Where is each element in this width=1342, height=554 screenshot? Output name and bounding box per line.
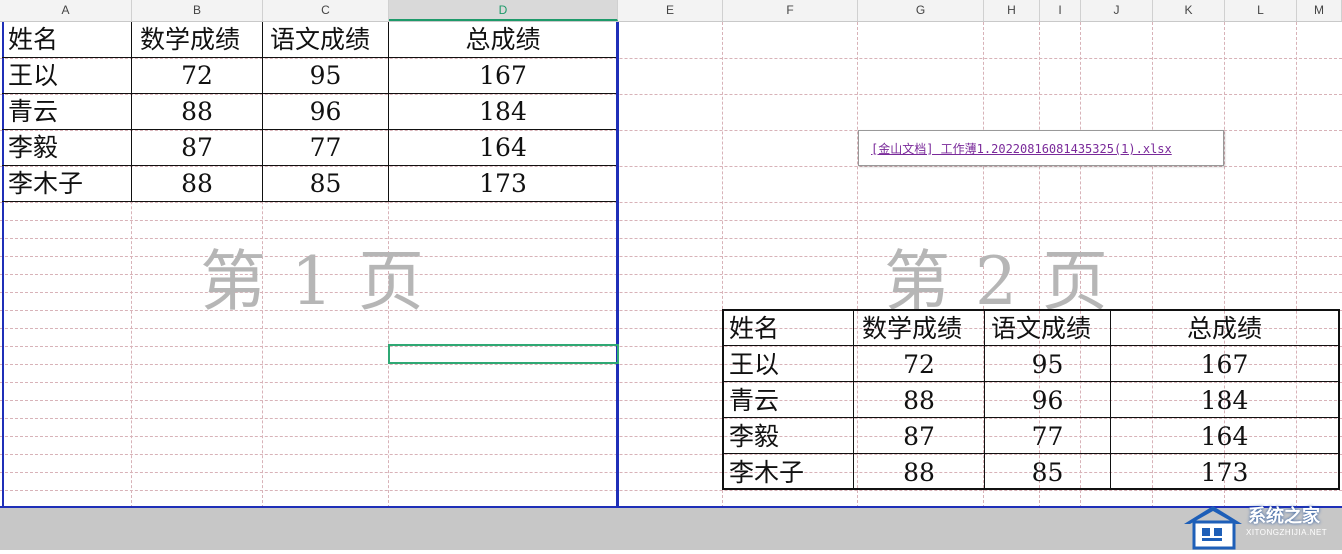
hyperlink-text[interactable]: [金山文档] 工作薄1.20220816081435325(1).xlsx [871,140,1172,157]
table2-cell[interactable]: 167 [1111,347,1338,383]
table2-cell[interactable]: 王以 [729,347,779,383]
table2-cell[interactable]: 96 [985,383,1110,419]
table1-cell[interactable]: 77 [263,130,388,166]
table2-cell[interactable]: 青云 [729,383,779,419]
column-header-j[interactable]: J [1081,0,1153,21]
logo-text: 系统之家 [1248,506,1320,527]
column-header-a[interactable]: A [0,0,132,21]
table2-cell[interactable]: 88 [854,383,984,419]
table2-header-chinese[interactable]: 语文成绩 [991,311,1091,347]
table2-cell[interactable]: 88 [854,455,984,491]
site-logo: 系统之家 XITONGZHIJIA.NET [1180,500,1340,550]
table1-cell[interactable]: 96 [263,94,388,130]
column-header-l[interactable]: L [1225,0,1297,21]
table2-cell[interactable]: 85 [985,455,1110,491]
table1-cell[interactable]: 88 [132,94,262,130]
column-header-c[interactable]: C [263,0,389,21]
table2-cell[interactable]: 77 [985,419,1110,455]
gridline [0,202,1342,203]
column-header-d[interactable]: D [389,0,618,21]
table1-cell[interactable]: 184 [389,94,617,130]
table2-cell[interactable]: 95 [985,347,1110,383]
table1-cell[interactable]: 青云 [8,94,58,130]
column-header-i[interactable]: I [1040,0,1081,21]
page-1-watermark: 第 1 页 [200,243,426,320]
table1-cell[interactable]: 88 [132,166,262,202]
table1-cell[interactable]: 87 [132,130,262,166]
column-header-g[interactable]: G [858,0,984,21]
column-header-f[interactable]: F [723,0,858,21]
table2-cell[interactable]: 164 [1111,419,1338,455]
table1-header-chinese[interactable]: 语文成绩 [270,22,370,58]
table2-cell[interactable]: 184 [1111,383,1338,419]
table1-header-name[interactable]: 姓名 [8,22,58,58]
page-break-left [2,22,4,508]
table2-border [1338,309,1340,490]
column-header-b[interactable]: B [132,0,263,21]
table1-cell[interactable]: 72 [132,58,262,94]
table1-cell[interactable]: 王以 [8,58,58,94]
column-header-e[interactable]: E [618,0,723,21]
table1-cell[interactable]: 85 [263,166,388,202]
table2-header-name[interactable]: 姓名 [729,311,779,347]
table2-border [722,309,724,490]
table1-cell[interactable]: 164 [389,130,617,166]
table1-cell[interactable]: 167 [389,58,617,94]
column-header-row: A B C D E F G H I J K L M [0,0,1342,22]
table1-cell[interactable]: 李木子 [8,166,83,202]
table2-header-math[interactable]: 数学成绩 [862,311,962,347]
table1-cell[interactable]: 李毅 [8,130,58,166]
table2-cell[interactable]: 李毅 [729,419,779,455]
gridline [0,220,1342,221]
table2-cell[interactable]: 173 [1111,455,1338,491]
column-header-m[interactable]: M [1297,0,1342,21]
table2-cell[interactable]: 87 [854,419,984,455]
table1-cell[interactable]: 95 [263,58,388,94]
table2-cell[interactable]: 李木子 [729,455,804,491]
house-logo-icon [1184,506,1242,550]
column-header-h[interactable]: H [984,0,1040,21]
selected-cell[interactable] [388,344,619,364]
logo-subtext: XITONGZHIJIA.NET [1246,528,1328,537]
column-header-k[interactable]: K [1153,0,1225,21]
hyperlink-tooltip[interactable]: [金山文档] 工作薄1.20220816081435325(1).xlsx [858,130,1224,166]
table1-cell[interactable]: 173 [389,166,617,202]
outside-print-area [0,508,1342,550]
table2-cell[interactable]: 72 [854,347,984,383]
table1-header-math[interactable]: 数学成绩 [140,22,240,58]
table1-header-total[interactable]: 总成绩 [389,22,617,58]
table2-header-total[interactable]: 总成绩 [1111,311,1338,347]
